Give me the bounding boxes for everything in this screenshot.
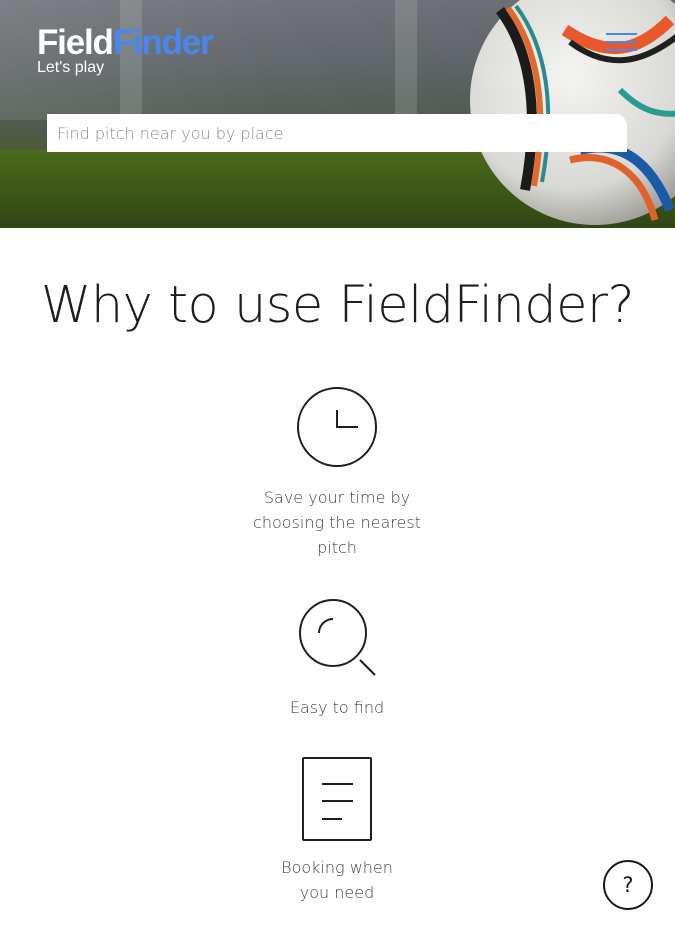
- magnifier-icon: [299, 599, 376, 676]
- logo-finder-text: Finder: [112, 23, 214, 62]
- logo[interactable]: FieldFinder Let's play: [37, 23, 214, 76]
- logo-field-text: Field: [37, 23, 114, 62]
- help-button[interactable]: ?: [603, 860, 653, 910]
- search-input[interactable]: [47, 114, 627, 152]
- page-title: Why to use FieldFinder?: [40, 276, 635, 335]
- hero-banner: FieldFinder Let's play: [0, 0, 675, 228]
- feature-text-save-time: Save your time by choosing the nearest p…: [253, 488, 421, 557]
- feature-text-booking: Booking when you need: [281, 858, 393, 902]
- help-icon: ?: [622, 873, 634, 897]
- feature-text-easy-find: Easy to find: [289, 698, 385, 717]
- hamburger-menu-icon[interactable]: [606, 30, 638, 52]
- search-bar: [47, 114, 627, 152]
- document-icon: [302, 757, 372, 841]
- clock-icon: [297, 387, 377, 467]
- logo-tagline: Let's play: [37, 59, 105, 76]
